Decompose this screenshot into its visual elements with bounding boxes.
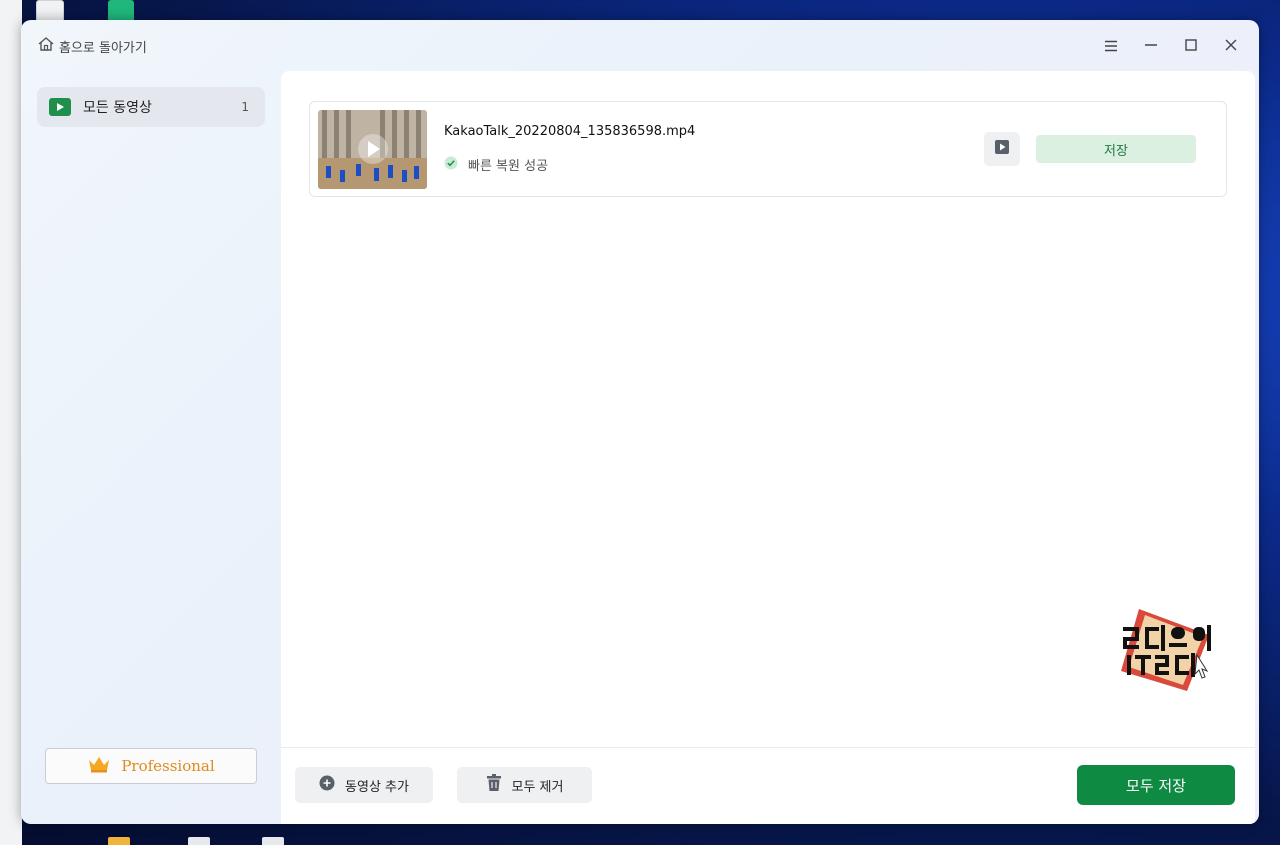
minimize-button[interactable] <box>1139 34 1163 58</box>
app-window: 홈으로 돌아가기 모든 동영상 1 Professional KakaoTalk… <box>21 20 1259 824</box>
back-home-button[interactable]: 홈으로 돌아가기 <box>37 36 147 56</box>
sidebar-item-count: 1 <box>241 100 249 114</box>
preview-button[interactable] <box>984 132 1020 166</box>
save-all-button[interactable]: 모두 저장 <box>1077 765 1235 805</box>
maximize-icon <box>1184 37 1198 56</box>
status-text: 빠른 복원 성공 <box>468 159 549 174</box>
save-button[interactable]: 저장 <box>1036 135 1196 163</box>
menu-button[interactable] <box>1099 34 1123 58</box>
main-panel: KakaoTalk_20220804_135836598.mp4 빠른 복원 성… <box>281 71 1255 824</box>
file-name: KakaoTalk_20220804_135836598.mp4 <box>444 124 696 139</box>
home-icon <box>37 35 55 57</box>
add-video-button[interactable]: 동영상 추가 <box>295 767 433 803</box>
professional-button[interactable]: Professional <box>45 748 257 784</box>
maximize-button[interactable] <box>1179 34 1203 58</box>
sidebar-item-all-videos[interactable]: 모든 동영상 1 <box>37 87 265 127</box>
desktop-background-strip <box>0 0 22 845</box>
trash-icon <box>486 774 502 796</box>
sidebar-item-label: 모든 동영상 <box>83 100 152 116</box>
check-circle-icon <box>444 155 458 174</box>
minimize-icon <box>1144 37 1158 56</box>
add-video-label: 동영상 추가 <box>345 779 409 795</box>
back-home-label: 홈으로 돌아가기 <box>59 40 147 56</box>
close-button[interactable] <box>1219 34 1243 58</box>
file-row[interactable]: KakaoTalk_20220804_135836598.mp4 빠른 복원 성… <box>309 101 1227 197</box>
footer-toolbar: 동영상 추가 모두 제거 모두 저장 <box>281 747 1255 824</box>
close-icon <box>1224 37 1238 56</box>
title-bar: 홈으로 돌아가기 <box>21 20 1259 72</box>
remove-all-label: 모두 제거 <box>511 779 564 795</box>
menu-icon <box>1104 37 1118 56</box>
play-icon <box>994 139 1010 159</box>
watermark-logo <box>1117 605 1217 695</box>
crown-icon <box>87 755 111 777</box>
sidebar: 모든 동영상 1 Professional <box>21 72 281 824</box>
play-icon <box>49 98 71 116</box>
remove-all-button[interactable]: 모두 제거 <box>457 767 592 803</box>
recovery-status: 빠른 복원 성공 <box>444 155 548 174</box>
plus-circle-icon <box>319 775 335 795</box>
taskbar-folder-icon[interactable] <box>108 837 130 845</box>
taskbar-app-icon[interactable] <box>188 837 210 845</box>
taskbar-app-icon[interactable] <box>262 837 284 845</box>
professional-label: Professional <box>121 757 215 775</box>
video-thumbnail[interactable] <box>318 110 427 189</box>
desktop-app-icon[interactable] <box>108 0 134 22</box>
